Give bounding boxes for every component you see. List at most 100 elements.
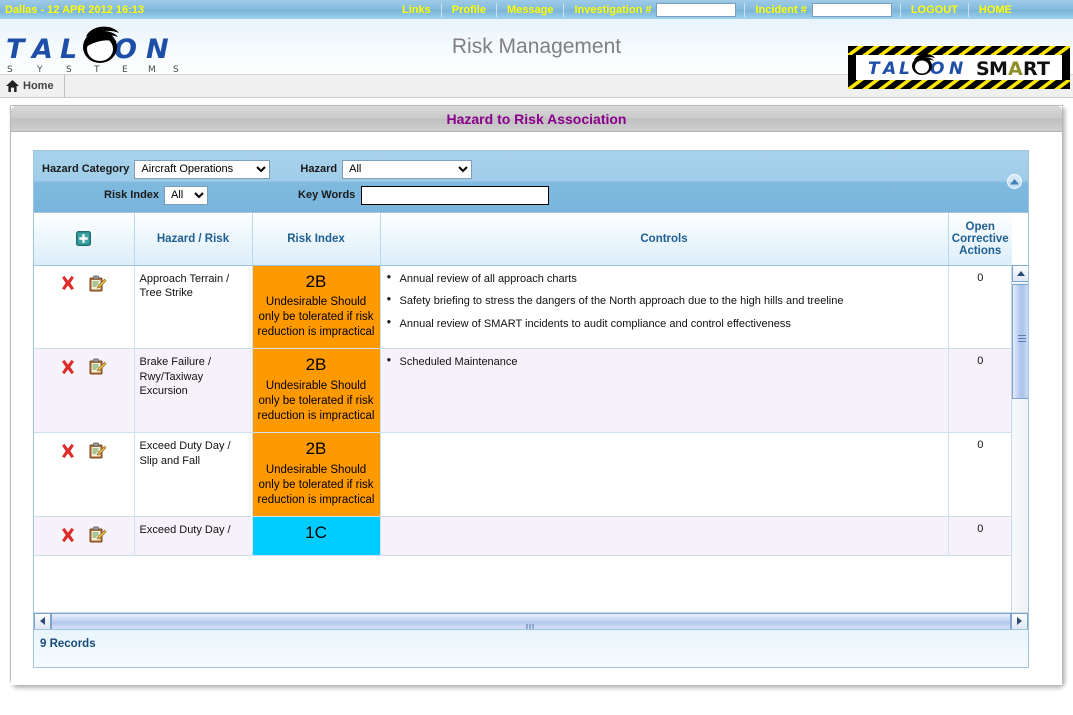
- svg-text:S: S: [976, 58, 990, 80]
- breadcrumb-home-link[interactable]: Home: [0, 74, 65, 98]
- svg-text:A: A: [881, 59, 896, 79]
- row-actions-cell: [34, 348, 135, 434]
- control-item: Scheduled Maintenance: [387, 355, 943, 370]
- open-corrective-actions-cell: 0: [948, 516, 1012, 556]
- investigation-number-input[interactable]: [656, 2, 737, 17]
- edit-clipboard-icon[interactable]: [89, 526, 107, 543]
- svg-text:T: T: [868, 59, 881, 79]
- records-summary-bar: 9 Records: [33, 630, 1029, 668]
- panel-title: Hazard to Risk Association: [446, 110, 627, 127]
- risk-index-cell: 2B Undesirable Should only be tolerated …: [252, 432, 381, 518]
- risk-index-code: 1C: [305, 523, 327, 543]
- table-row: Exceed Duty Day / 1C 0: [34, 516, 1012, 556]
- hazard-category-select[interactable]: Aircraft Operations: [134, 159, 271, 179]
- risk-index-filter-label: Risk Index: [104, 189, 160, 201]
- scroll-track-horizontal[interactable]: [51, 612, 1011, 629]
- control-item: Safety briefing to stress the dangers of…: [387, 294, 943, 309]
- risk-index-badge: 2B Undesirable Should only be tolerated …: [252, 433, 380, 517]
- controls-list: Scheduled Maintenance: [386, 355, 943, 370]
- control-item: Annual review of SMART incidents to audi…: [387, 317, 943, 332]
- add-plus-icon[interactable]: [76, 231, 92, 247]
- panel-title-bar: Hazard to Risk Association: [11, 106, 1062, 132]
- incident-number-input[interactable]: [811, 2, 892, 17]
- risk-index-cell: 2B Undesirable Should only be tolerated …: [252, 265, 381, 350]
- filter-panel: Hazard Category Aircraft Operations Haza…: [33, 150, 1029, 212]
- chevron-left-icon: [40, 617, 45, 625]
- session-datetime: Dallas - 12 APR 2012 16:13: [5, 3, 145, 16]
- delete-x-icon[interactable]: [60, 443, 76, 459]
- svg-text:M: M: [989, 58, 1008, 80]
- row-actions-cell: [34, 432, 135, 518]
- row-actions-cell: [34, 265, 135, 350]
- risk-index-badge: 1C: [252, 517, 380, 555]
- svg-text:T: T: [1037, 58, 1050, 80]
- application-header: T A L O N S Y S T E M S Risk Management …: [0, 19, 1073, 89]
- svg-text:T: T: [93, 65, 101, 75]
- svg-text:A: A: [1008, 58, 1023, 80]
- risk-index-cell: 2B Undesirable Should only be tolerated …: [252, 348, 381, 434]
- breadcrumb-home-label: Home: [23, 80, 54, 92]
- controls-cell: [380, 432, 949, 518]
- table-header-row: Hazard / Risk Risk Index Controls Open C…: [34, 213, 1012, 266]
- svg-text:S: S: [66, 65, 73, 75]
- delete-x-icon[interactable]: [60, 275, 76, 291]
- grid-horizontal-scrollbar[interactable]: [34, 612, 1028, 629]
- scroll-thumb-vertical[interactable]: [1012, 284, 1028, 399]
- hazard-category-label: Hazard Category: [42, 163, 130, 175]
- delete-x-icon[interactable]: [60, 359, 76, 375]
- key-words-label: Key Words: [298, 189, 356, 201]
- svg-text:O: O: [930, 59, 944, 79]
- svg-text:Y: Y: [36, 65, 44, 75]
- hazard-risk-cell: Approach Terrain / Tree Strike: [134, 265, 253, 350]
- scroll-up-button[interactable]: [1012, 265, 1028, 282]
- edit-clipboard-icon[interactable]: [89, 358, 107, 375]
- column-header-controls[interactable]: Controls: [380, 213, 949, 266]
- table-body: Approach Terrain / Tree Strike 2B Undesi…: [34, 265, 1012, 556]
- svg-text:S: S: [173, 65, 180, 75]
- risk-index-code: 2B: [305, 355, 327, 375]
- scroll-grip-icon: [1018, 335, 1026, 342]
- nav-link-links[interactable]: Links: [392, 4, 441, 16]
- hazard-risk-cell: Exceed Duty Day / Slip and Fall: [134, 432, 253, 518]
- row-actions-cell: [34, 516, 135, 556]
- record-count-label: 9 Records: [40, 638, 96, 650]
- delete-x-icon[interactable]: [60, 527, 76, 543]
- talon-smart-logo: TAL ON S M A R T: [848, 46, 1070, 89]
- nav-link-message[interactable]: Message: [497, 4, 563, 16]
- scroll-right-button[interactable]: [1011, 612, 1028, 629]
- hazard-label: Hazard: [300, 163, 338, 175]
- column-header-open-corrective-actions[interactable]: Open Corrective Actions: [948, 213, 1012, 266]
- logout-link[interactable]: LOGOUT: [901, 4, 968, 16]
- hazard-select[interactable]: All: [342, 159, 473, 179]
- column-header-risk-index[interactable]: Risk Index: [252, 213, 381, 266]
- controls-list: Annual review of all approach charts Saf…: [386, 272, 943, 332]
- risk-index-description: Undesirable Should only be tolerated if …: [257, 463, 375, 507]
- scroll-left-button[interactable]: [34, 612, 51, 629]
- open-corrective-actions-cell: 0: [948, 265, 1012, 350]
- hazard-risk-table: Hazard / Risk Risk Index Controls Open C…: [34, 213, 1012, 556]
- open-corrective-actions-cell: 0: [948, 348, 1012, 434]
- controls-cell: [380, 516, 949, 556]
- risk-index-description: Undesirable Should only be tolerated if …: [257, 379, 375, 423]
- home-icon: [6, 80, 19, 92]
- risk-index-code: 2B: [305, 271, 327, 291]
- scroll-thumb-horizontal[interactable]: [51, 612, 1011, 629]
- grid-vertical-scrollbar[interactable]: [1011, 265, 1028, 629]
- filter-collapse-button[interactable]: [1007, 174, 1022, 189]
- risk-index-select[interactable]: All: [164, 185, 209, 205]
- incident-number-label: Incident #: [755, 3, 807, 16]
- column-header-hazard-risk[interactable]: Hazard / Risk: [134, 213, 253, 266]
- edit-clipboard-icon[interactable]: [89, 442, 107, 459]
- svg-text:L: L: [899, 59, 910, 79]
- key-words-input[interactable]: [361, 185, 550, 205]
- top-nav-links: Links Profile Message Investigation # In…: [392, 0, 1022, 19]
- chevron-up-icon: [1016, 271, 1025, 276]
- svg-text:R: R: [1023, 58, 1038, 80]
- investigation-number-label: Investigation #: [574, 3, 652, 16]
- risk-index-badge: 2B Undesirable Should only be tolerated …: [252, 265, 380, 349]
- nav-link-profile[interactable]: Profile: [442, 4, 496, 16]
- edit-clipboard-icon[interactable]: [89, 275, 107, 292]
- open-corrective-actions-cell: 0: [948, 432, 1012, 518]
- home-link[interactable]: HOME: [969, 4, 1022, 16]
- column-header-actions: [34, 213, 135, 266]
